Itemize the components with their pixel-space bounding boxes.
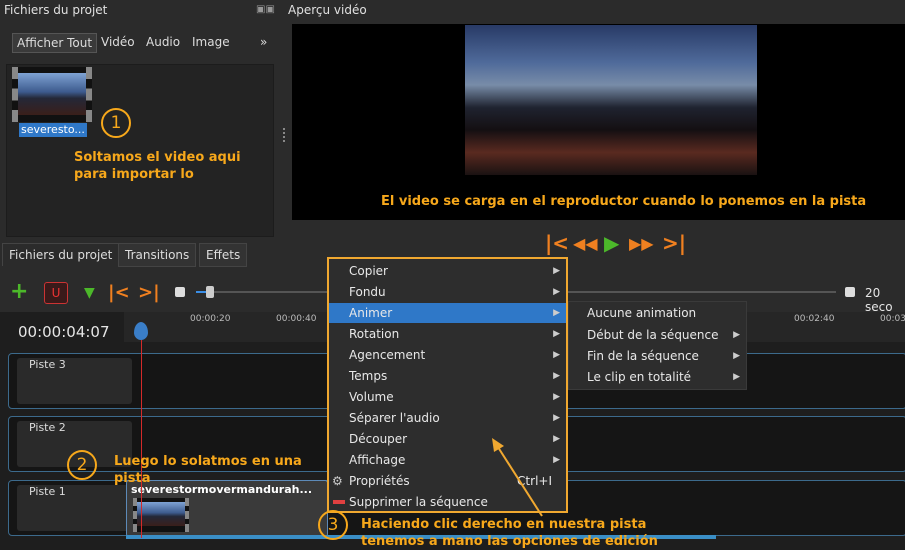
- tab-transitions[interactable]: Transitions: [118, 243, 197, 267]
- menu-item-rotation[interactable]: Rotation ▶: [329, 324, 566, 344]
- video-frame: [465, 25, 757, 175]
- chevron-right-icon: ▶: [553, 329, 560, 339]
- jump-start-icon[interactable]: |<: [545, 231, 569, 255]
- animate-submenu: Aucune animation Début de la séquence ▶ F…: [568, 301, 747, 390]
- zoom-in-icon[interactable]: [845, 287, 855, 297]
- menu-item-volume[interactable]: Volume ▶: [329, 387, 566, 407]
- ruler-tick: 00:00:20: [190, 314, 231, 324]
- ruler-tick: 00:02:40: [794, 314, 835, 324]
- chevron-right-icon: ▶: [553, 392, 560, 402]
- chevron-right-icon: ▶: [553, 434, 560, 444]
- rewind-icon[interactable]: ◀◀: [573, 234, 598, 253]
- track-name: Piste 3: [29, 358, 66, 371]
- preview-note: El video se carga en el reproductor cuan…: [381, 194, 867, 209]
- track-name: Piste 1: [29, 485, 66, 498]
- preview-title: Aperçu vidéo: [288, 3, 367, 17]
- filters-more-button[interactable]: »: [256, 33, 271, 51]
- jump-end-icon[interactable]: >|: [662, 231, 686, 255]
- timeline-clip[interactable]: severestormovermandurah...: [126, 480, 328, 537]
- step3-text: Haciendo clic derecho en nuestra pista t…: [361, 517, 658, 549]
- step2-badge: 2: [67, 450, 97, 480]
- chevron-right-icon: ▶: [553, 266, 560, 276]
- splitter-handle[interactable]: [283, 128, 287, 142]
- submenu-item-end[interactable]: Fin de la séquence ▶: [569, 346, 746, 366]
- jump-end-icon[interactable]: >|: [138, 282, 160, 303]
- gear-icon: ⚙: [332, 474, 343, 488]
- filter-audio[interactable]: Audio: [142, 33, 184, 51]
- playhead-handle[interactable]: [134, 322, 148, 340]
- delete-icon: [333, 500, 345, 504]
- zoom-slider-handle[interactable]: [206, 286, 214, 298]
- ruler-tick: 00:00:40: [276, 314, 317, 324]
- timecode: 00:00:04:07: [18, 323, 110, 341]
- dock-float-icon[interactable]: ▣▣: [256, 4, 275, 15]
- marker-icon[interactable]: ▼: [84, 285, 95, 301]
- project-files-title: Fichiers du projet: [4, 3, 108, 17]
- play-icon[interactable]: ▶: [604, 231, 619, 255]
- step1-badge: 1: [101, 108, 131, 138]
- ruler-tick: 00:03: [880, 314, 905, 324]
- file-name[interactable]: severesto...: [19, 123, 87, 137]
- submenu-item-no-animation[interactable]: Aucune animation: [569, 303, 746, 323]
- chevron-right-icon: ▶: [553, 287, 560, 297]
- video-thumbnail[interactable]: [12, 67, 92, 122]
- video-preview: [292, 24, 905, 220]
- plus-icon[interactable]: +: [10, 279, 28, 304]
- menu-item-separer-audio[interactable]: Séparer l'audio ▶: [329, 408, 566, 428]
- chevron-right-icon: ▶: [553, 455, 560, 465]
- submenu-item-start[interactable]: Début de la séquence ▶: [569, 325, 746, 345]
- filter-show-all[interactable]: Afficher Tout: [12, 33, 98, 53]
- step3-badge: 3: [318, 510, 348, 540]
- jump-start-icon[interactable]: |<: [108, 282, 130, 303]
- chevron-right-icon: ▶: [733, 372, 740, 382]
- chevron-right-icon: ▶: [733, 330, 740, 340]
- menu-item-fondu[interactable]: Fondu ▶: [329, 282, 566, 302]
- magnet-icon[interactable]: ᑌ: [44, 282, 68, 304]
- menu-item-temps[interactable]: Temps ▶: [329, 366, 566, 386]
- step1-text: Soltamos el video aqui para importar lo: [74, 150, 241, 182]
- zoom-out-icon[interactable]: [175, 287, 185, 297]
- filter-image[interactable]: Image: [188, 33, 234, 51]
- tab-project-files[interactable]: Fichiers du projet: [2, 243, 120, 266]
- chevron-right-icon: ▶: [733, 351, 740, 361]
- menu-item-copier[interactable]: Copier ▶: [329, 261, 566, 281]
- track-name: Piste 2: [29, 421, 66, 434]
- annotation-arrow: [492, 438, 543, 517]
- filter-video[interactable]: Vidéo: [97, 33, 139, 51]
- chevron-right-icon: ▶: [553, 413, 560, 423]
- chevron-right-icon: ▶: [553, 308, 560, 318]
- menu-item-agencement[interactable]: Agencement ▶: [329, 345, 566, 365]
- submenu-item-entire-clip[interactable]: Le clip en totalité ▶: [569, 367, 746, 387]
- menu-item-animer[interactable]: Animer ▶: [329, 303, 566, 323]
- tab-effects[interactable]: Effets: [199, 243, 248, 267]
- playhead-line: [141, 340, 142, 538]
- zoom-label: 20 seco: [865, 286, 893, 314]
- chevron-right-icon: ▶: [553, 350, 560, 360]
- chevron-right-icon: ▶: [553, 371, 560, 381]
- fast-forward-icon[interactable]: ▶▶: [629, 234, 654, 253]
- step2-text: Luego lo solatmos en una pista: [114, 454, 302, 486]
